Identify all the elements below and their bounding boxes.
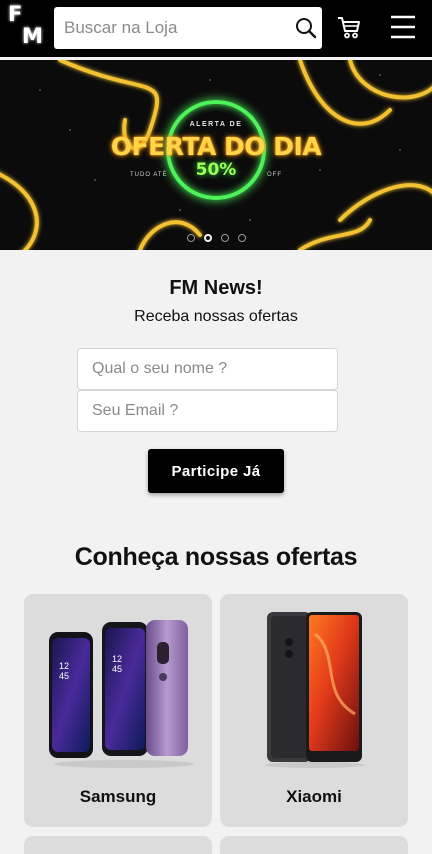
- newsletter-title: FM News!: [169, 277, 263, 299]
- search-box: [54, 7, 322, 49]
- cart-icon[interactable]: [336, 14, 362, 40]
- email-field[interactable]: [77, 390, 338, 432]
- banner-left-text: TUDO ATÉ: [130, 172, 168, 178]
- svg-text:45: 45: [59, 671, 69, 681]
- samsung-phones-image: 12 45 12 45: [49, 620, 194, 768]
- offer-card-label: Xiaomi: [286, 787, 342, 806]
- promo-banner[interactable]: ALERTA DE OFERTA DO DIA 50% TUDO ATÉ OFF: [0, 60, 432, 250]
- logo-letter-m: M: [22, 24, 43, 48]
- banner-alert-label: ALERTA DE: [189, 121, 243, 128]
- svg-text:12: 12: [112, 654, 122, 664]
- offer-card-partial[interactable]: [24, 836, 212, 854]
- banner-offer-percent: 50%: [195, 160, 237, 180]
- offer-card-label: Samsung: [79, 787, 157, 806]
- join-button[interactable]: Participe Já: [148, 449, 284, 493]
- carousel-dot-1[interactable]: [187, 234, 195, 242]
- offers-section-title: Conheça nossas ofertas: [74, 543, 358, 571]
- newsletter-subtitle: Receba nossas ofertas: [134, 308, 298, 325]
- carousel-indicators: [187, 234, 246, 242]
- search-input[interactable]: [54, 7, 284, 49]
- carousel-dot-3[interactable]: [221, 234, 229, 242]
- svg-text:45: 45: [112, 664, 122, 674]
- logo-letter-f: F: [8, 2, 23, 26]
- offer-card-partial[interactable]: [220, 836, 408, 854]
- offer-card-xiaomi[interactable]: Xiaomi: [220, 594, 408, 827]
- top-header: F M: [0, 0, 432, 57]
- xiaomi-phones-image: [265, 612, 365, 768]
- search-icon[interactable]: [294, 16, 318, 40]
- carousel-dot-2[interactable]: [204, 234, 212, 242]
- carousel-dot-4[interactable]: [238, 234, 246, 242]
- store-logo[interactable]: F M: [4, 4, 48, 52]
- menu-icon[interactable]: [390, 14, 416, 40]
- banner-right-text: OFF: [267, 172, 282, 178]
- svg-text:12: 12: [59, 661, 69, 671]
- banner-offer-title: OFERTA DO DIA: [110, 132, 322, 161]
- offer-card-samsung[interactable]: 12 45 12 45 Samsung: [24, 594, 212, 827]
- name-field[interactable]: [77, 348, 338, 390]
